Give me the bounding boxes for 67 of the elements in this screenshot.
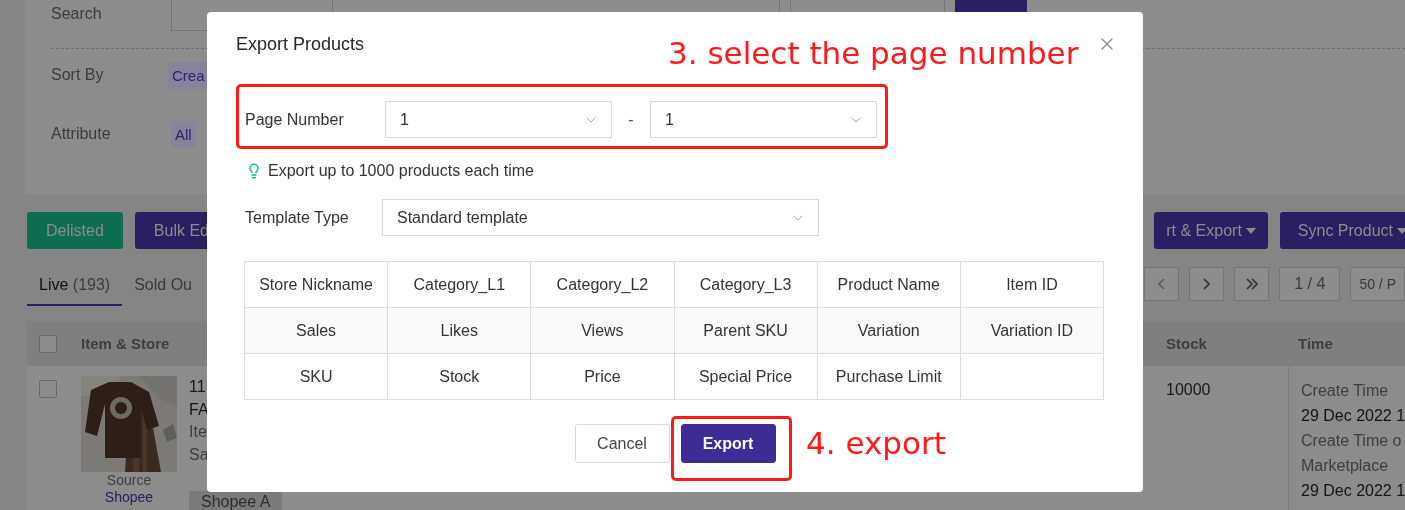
previous-page-button[interactable]: [1144, 267, 1180, 301]
filter-label: Attribute: [51, 125, 112, 143]
page-size-select[interactable]: 50 / P: [1350, 267, 1405, 301]
chevron-right-icon: [1203, 278, 1211, 290]
field-cell: Category_L2: [531, 262, 675, 308]
field-cell: Category_L1: [388, 262, 532, 308]
hint-text: Export up to 1000 products each time: [268, 162, 534, 180]
column-header: Time: [1298, 335, 1333, 352]
field-cell: Sales: [245, 308, 389, 354]
status-tab[interactable]: Sold Ou: [122, 276, 204, 306]
field-cell: Likes: [388, 308, 532, 354]
attribute-chip[interactable]: All: [171, 120, 196, 148]
page-indicator[interactable]: 1 / 4: [1279, 267, 1341, 301]
time-label: Create Time o: [1301, 431, 1403, 451]
column-header: Stock: [1166, 335, 1207, 352]
field-cell: Product Name: [817, 262, 961, 308]
time-label: Create Time: [1301, 381, 1390, 401]
last-page-button[interactable]: [1234, 267, 1270, 301]
field-cell: Views: [531, 308, 675, 354]
time-value: 29 Dec 2022 1: [1301, 481, 1405, 501]
lightbulb-icon: [246, 163, 262, 179]
dialog-title: Export Products: [236, 33, 365, 55]
filter-label: Sort By: [51, 66, 105, 84]
field-cell: Item ID: [960, 262, 1104, 308]
dropdown-button[interactable]: Sync Product: [1279, 212, 1405, 249]
field-label: Page Number: [245, 110, 345, 129]
field-cell: Special Price: [674, 354, 818, 400]
stock-value: 10000: [1166, 381, 1211, 398]
filter-label: Search: [51, 5, 103, 23]
dropdown-button[interactable]: rt & Export: [1154, 212, 1268, 249]
chevron-left-icon: [1158, 278, 1166, 290]
field-label: Template Type: [245, 208, 350, 227]
field-cell: Parent SKU: [674, 308, 818, 354]
time-label: Marketplace: [1301, 456, 1390, 476]
annotation-text: 3. select the page number: [668, 35, 1079, 71]
field-cell: Variation: [817, 308, 961, 354]
item-text: 11: [189, 377, 207, 397]
field-cell: Category_L3: [674, 262, 818, 308]
double-chevron-icon: [1245, 278, 1258, 290]
annotation-text: 4. export: [806, 425, 946, 461]
export-button[interactable]: Export: [680, 424, 776, 463]
template-select[interactable]: Standard template: [382, 199, 819, 236]
page-from-select[interactable]: 1: [385, 101, 612, 138]
range-separator: -: [627, 110, 635, 129]
next-page-button[interactable]: [1189, 267, 1225, 301]
store-tag: Shopee A: [189, 491, 283, 510]
select-all-checkbox[interactable]: [39, 334, 57, 353]
item-text: Sa: [189, 444, 210, 465]
source-label: Source: [106, 472, 152, 489]
item-text: Ite: [189, 422, 208, 442]
caret-icon: [1397, 227, 1405, 234]
field-cell: Variation ID: [960, 308, 1104, 354]
status-tab[interactable]: Live (193): [27, 276, 123, 306]
source-link[interactable]: Shopee: [104, 489, 154, 506]
caret-icon: [1245, 227, 1256, 234]
field-cell: Store Nickname: [245, 262, 389, 308]
cancel-button[interactable]: Cancel: [574, 424, 670, 463]
time-value: 29 Dec 2022 1: [1301, 406, 1405, 426]
page-to-select[interactable]: 1: [650, 101, 877, 138]
row-checkbox[interactable]: [39, 380, 57, 398]
field-cell: Purchase Limit: [817, 354, 961, 400]
field-cell: SKU: [245, 354, 389, 400]
field-cell: Stock: [388, 354, 532, 400]
item-text: FA: [189, 399, 210, 420]
field-cell: Price: [531, 354, 675, 400]
sort-chip[interactable]: Crea: [168, 61, 209, 89]
column-header: Item & Store: [81, 335, 170, 352]
